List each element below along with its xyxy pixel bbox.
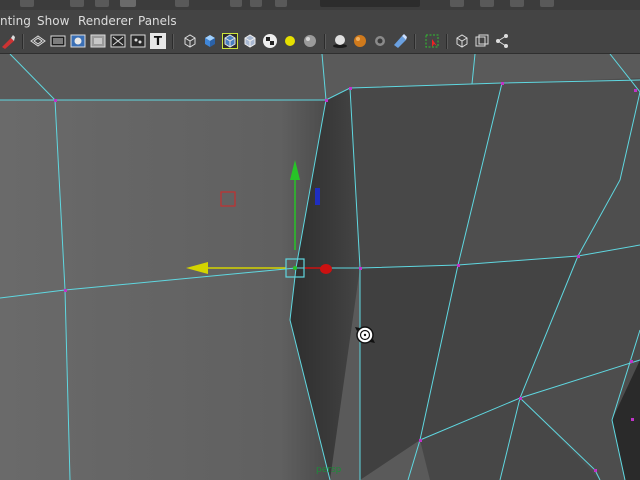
viewport-scene[interactable] bbox=[0, 54, 640, 480]
menu-lighting[interactable]: nting bbox=[0, 14, 31, 28]
toolbar-separator bbox=[414, 34, 416, 49]
textured-icon[interactable] bbox=[130, 33, 146, 49]
shelf-button[interactable] bbox=[480, 0, 494, 7]
ambient-occlusion-icon[interactable] bbox=[352, 33, 368, 49]
gate-mask-icon[interactable] bbox=[494, 33, 510, 49]
xray-cube-icon[interactable] bbox=[242, 33, 258, 49]
smooth-shade-icon[interactable] bbox=[50, 33, 66, 49]
mesh-face-left bbox=[0, 100, 330, 480]
x-ray-icon[interactable] bbox=[110, 33, 126, 49]
motion-blur-icon[interactable] bbox=[372, 33, 388, 49]
menu-renderer[interactable]: Renderer bbox=[78, 14, 133, 28]
resolution-gate-icon[interactable] bbox=[474, 33, 490, 49]
isolate-select-icon[interactable] bbox=[424, 33, 440, 49]
menu-panels[interactable]: Panels bbox=[138, 14, 177, 28]
shadows-icon[interactable] bbox=[332, 33, 348, 49]
toolbar-separator bbox=[324, 34, 326, 49]
wireframe-on-shaded-icon[interactable] bbox=[222, 33, 238, 49]
select-camera-icon[interactable] bbox=[0, 33, 16, 49]
toolbar-separator bbox=[446, 34, 448, 49]
all-lights-icon[interactable] bbox=[302, 33, 318, 49]
wireframe-icon[interactable] bbox=[30, 33, 46, 49]
shelf-button[interactable] bbox=[120, 0, 136, 7]
text-label-icon[interactable]: T bbox=[150, 33, 166, 49]
checker-icon[interactable] bbox=[262, 33, 278, 49]
shelf-button[interactable] bbox=[175, 0, 189, 7]
shelf-button[interactable] bbox=[70, 0, 84, 7]
panel-toolbar: T bbox=[0, 31, 640, 54]
shelf-button[interactable] bbox=[20, 0, 34, 7]
pivot-point bbox=[293, 266, 297, 270]
toolbar-separator bbox=[22, 34, 24, 49]
perspective-viewport[interactable]: persp bbox=[0, 54, 640, 480]
multisample-icon[interactable] bbox=[392, 33, 408, 49]
default-light-icon[interactable] bbox=[282, 33, 298, 49]
flat-shade-icon[interactable] bbox=[90, 33, 106, 49]
z-axis-handle[interactable] bbox=[315, 188, 320, 205]
shelf-button[interactable] bbox=[450, 0, 464, 7]
shelf-button[interactable] bbox=[510, 0, 524, 7]
toolbar-separator bbox=[172, 34, 174, 49]
shelf-button[interactable] bbox=[95, 0, 109, 7]
shelf-button[interactable] bbox=[250, 0, 262, 7]
panel-menubar: nting Show Renderer Panels bbox=[0, 10, 640, 31]
camera-name-label: persp bbox=[316, 465, 342, 475]
wireframe-cube-icon[interactable] bbox=[182, 33, 198, 49]
top-shelf-strip bbox=[0, 0, 640, 10]
shaded-cube-icon[interactable] bbox=[202, 33, 218, 49]
bounding-box-icon[interactable] bbox=[70, 33, 86, 49]
shelf-field[interactable] bbox=[320, 0, 420, 7]
grid-icon[interactable] bbox=[454, 33, 470, 49]
z-axis-cone[interactable] bbox=[320, 264, 332, 274]
menu-show[interactable]: Show bbox=[37, 14, 69, 28]
shelf-button[interactable] bbox=[230, 0, 242, 7]
shelf-button[interactable] bbox=[275, 0, 287, 7]
shelf-button[interactable] bbox=[540, 0, 554, 7]
